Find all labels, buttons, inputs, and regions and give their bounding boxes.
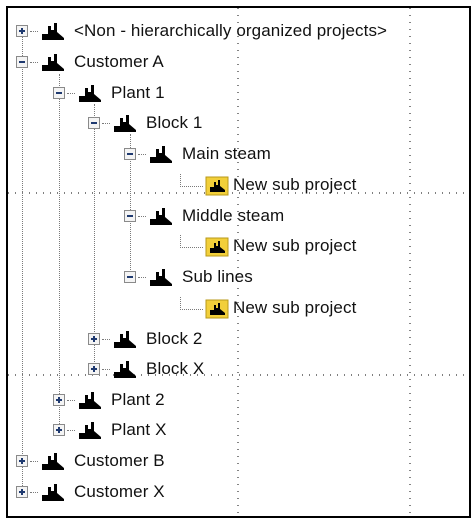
- expand-icon[interactable]: [16, 486, 28, 498]
- factory-icon: [148, 143, 174, 165]
- tree-branch: [67, 92, 75, 94]
- tree-node-label: New sub project: [233, 175, 357, 194]
- expand-icon[interactable]: [88, 363, 100, 375]
- tree-node-label: New sub project: [233, 298, 357, 317]
- factory-icon: [77, 82, 103, 104]
- tree-branch: [138, 215, 146, 217]
- factory-icon: [148, 205, 174, 227]
- tree-node-label: Main steam: [182, 144, 271, 163]
- tree-node-label: Customer B: [74, 451, 165, 470]
- tree-branch: [138, 153, 146, 155]
- collapse-icon[interactable]: [124, 271, 136, 283]
- tree-node-block-x[interactable]: Block X: [88, 356, 204, 382]
- tree-node-sub-lines[interactable]: Sub lines: [124, 264, 253, 290]
- tree-node-block-2[interactable]: Block 2: [88, 326, 202, 352]
- tree-branch: [102, 338, 110, 340]
- sub-project-folder-icon: [205, 297, 231, 319]
- tree-branch: [30, 491, 38, 493]
- factory-icon: [112, 112, 138, 134]
- project-tree-panel: <Non - hierarchically organized projects…: [6, 6, 471, 518]
- tree-branch: [138, 276, 146, 278]
- tree-node-plant-x[interactable]: Plant X: [53, 417, 167, 443]
- tree-branch: [180, 234, 203, 248]
- project-tree: <Non - hierarchically organized projects…: [8, 8, 469, 516]
- tree-branch: [30, 30, 38, 32]
- tree-node-label: Sub lines: [182, 267, 253, 286]
- tree-node-middle-steam[interactable]: Middle steam: [124, 203, 284, 229]
- factory-icon: [40, 450, 66, 472]
- collapse-icon[interactable]: [53, 87, 65, 99]
- tree-node-sub-project[interactable]: New sub project: [180, 172, 356, 198]
- collapse-icon[interactable]: [124, 210, 136, 222]
- tree-node-label: Block X: [146, 359, 205, 378]
- collapse-icon[interactable]: [16, 56, 28, 68]
- tree-branch: [102, 368, 110, 370]
- factory-icon: [112, 358, 138, 380]
- tree-node-customer-b[interactable]: Customer B: [16, 448, 165, 474]
- factory-icon: [148, 266, 174, 288]
- tree-node-label: Plant 1: [111, 83, 165, 102]
- factory-icon: [40, 20, 66, 42]
- factory-icon: [77, 419, 103, 441]
- expand-icon[interactable]: [53, 394, 65, 406]
- sub-project-folder-icon: [205, 235, 231, 257]
- tree-node-unassigned[interactable]: <Non - hierarchically organized projects…: [16, 18, 387, 44]
- factory-icon: [40, 51, 66, 73]
- tree-branch: [67, 399, 75, 401]
- tree-connector-level-1: [59, 74, 60, 430]
- tree-node-customer-x[interactable]: Customer X: [16, 479, 165, 505]
- tree-node-main-steam[interactable]: Main steam: [124, 141, 271, 167]
- collapse-icon[interactable]: [124, 148, 136, 160]
- tree-node-plant-1[interactable]: Plant 1: [53, 80, 165, 106]
- tree-node-customer-a[interactable]: Customer A: [16, 49, 164, 75]
- sub-project-folder-icon: [205, 174, 231, 196]
- factory-icon: [40, 481, 66, 503]
- tree-node-label: Customer X: [74, 482, 165, 501]
- tree-node-label: Block 1: [146, 113, 203, 132]
- expand-icon[interactable]: [16, 25, 28, 37]
- tree-node-label: <Non - hierarchically organized projects…: [74, 21, 388, 40]
- tree-node-sub-project[interactable]: New sub project: [180, 295, 356, 321]
- tree-branch: [102, 122, 110, 124]
- tree-node-sub-project[interactable]: New sub project: [180, 233, 356, 259]
- expand-icon[interactable]: [16, 455, 28, 467]
- tree-branch: [30, 61, 38, 63]
- tree-branch: [180, 173, 203, 187]
- expand-icon[interactable]: [88, 333, 100, 345]
- tree-connector-level-0: [22, 32, 23, 494]
- tree-branch: [30, 460, 38, 462]
- factory-icon: [77, 389, 103, 411]
- tree-branch: [67, 429, 75, 431]
- tree-node-block-1[interactable]: Block 1: [88, 110, 202, 136]
- tree-node-label: Plant 2: [111, 390, 165, 409]
- expand-icon[interactable]: [53, 424, 65, 436]
- collapse-icon[interactable]: [88, 117, 100, 129]
- factory-icon: [112, 328, 138, 350]
- tree-node-plant-2[interactable]: Plant 2: [53, 387, 165, 413]
- tree-node-label: Plant X: [111, 420, 167, 439]
- tree-node-label: Block 2: [146, 329, 203, 348]
- tree-branch: [180, 296, 203, 310]
- tree-node-label: Customer A: [74, 52, 164, 71]
- tree-node-label: New sub project: [233, 236, 357, 255]
- tree-node-label: Middle steam: [182, 206, 285, 225]
